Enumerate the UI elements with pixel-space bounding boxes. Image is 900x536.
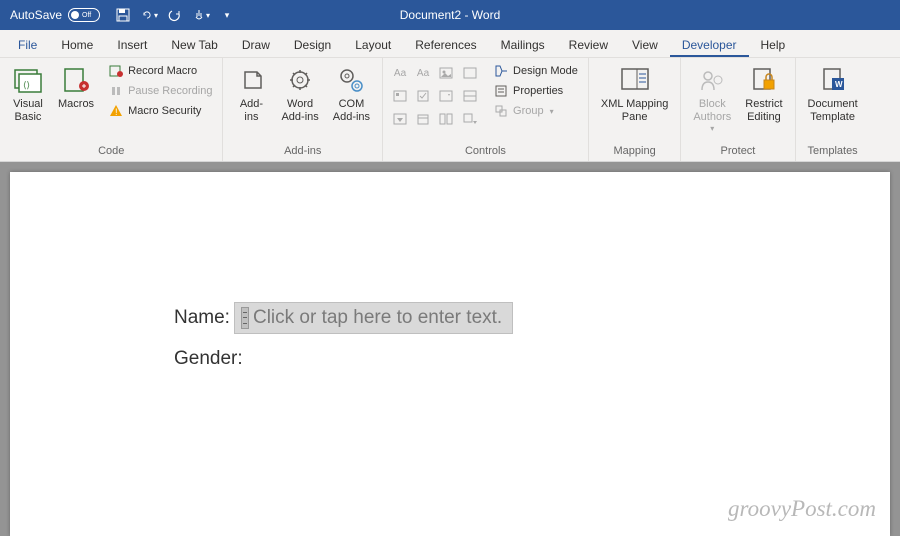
save-icon[interactable] <box>114 6 132 24</box>
name-row: Name: Click or tap here to enter text. <box>174 302 890 334</box>
xml-mapping-button[interactable]: XML Mapping Pane <box>595 62 674 126</box>
toggle-switch[interactable]: Off <box>68 8 100 22</box>
visual-basic-button[interactable]: ⟨⟩ Visual Basic <box>6 62 50 126</box>
gender-row: Gender: <box>174 348 890 370</box>
legacy-activex-icon[interactable] <box>459 85 481 107</box>
tab-home[interactable]: Home <box>49 32 105 57</box>
tab-newtab[interactable]: New Tab <box>159 32 229 57</box>
dropdown-control-icon[interactable] <box>389 108 411 130</box>
svg-text:!: ! <box>115 107 118 117</box>
customize-qat-icon[interactable]: ▾ <box>218 6 236 24</box>
building-block-control-icon[interactable] <box>389 85 411 107</box>
visual-basic-icon: ⟨⟩ <box>12 64 44 96</box>
group-code: ⟨⟩ Visual Basic Macros Record Macro Paus… <box>0 58 223 161</box>
document-title: Document2 - Word <box>400 8 500 22</box>
tab-insert[interactable]: Insert <box>105 32 159 57</box>
gear-icon <box>284 64 316 96</box>
macros-icon <box>60 64 92 96</box>
checkbox-control-icon[interactable] <box>412 85 434 107</box>
warning-icon: ! <box>108 103 124 119</box>
toggle-knob <box>71 11 79 19</box>
document-template-button[interactable]: W Document Template <box>802 62 864 126</box>
tab-developer[interactable]: Developer <box>670 32 749 57</box>
legacy-form-icon[interactable] <box>459 62 481 84</box>
ribbon-tabs: File Home Insert New Tab Draw Design Lay… <box>0 30 900 58</box>
group-templates: W Document Template Templates <box>796 58 870 161</box>
legacy-controls <box>459 62 481 130</box>
block-authors-icon <box>696 64 728 96</box>
picture-control-icon[interactable] <box>435 62 457 84</box>
title-bar: AutoSave Off ▾ ▾ ▾ Document2 - Word <box>0 0 900 30</box>
quick-access-toolbar: ▾ ▾ ▾ <box>114 6 236 24</box>
macro-security-button[interactable]: !Macro Security <box>104 102 216 120</box>
legacy-tools-dropdown-icon[interactable] <box>459 108 481 130</box>
addins-button[interactable]: Add- ins <box>229 62 273 126</box>
rich-text-control-icon[interactable]: Aa <box>389 62 411 84</box>
restrict-editing-button[interactable]: Restrict Editing <box>739 62 788 126</box>
document-page[interactable]: Name: Click or tap here to enter text. G… <box>10 172 890 536</box>
record-macro-button[interactable]: Record Macro <box>104 62 216 80</box>
undo-icon[interactable]: ▾ <box>140 6 158 24</box>
xml-pane-icon <box>619 64 651 96</box>
properties-icon <box>493 83 509 99</box>
com-addins-icon <box>335 64 367 96</box>
tab-mailings[interactable]: Mailings <box>489 32 557 57</box>
tab-help[interactable]: Help <box>749 32 798 57</box>
record-icon <box>108 63 124 79</box>
tab-file[interactable]: File <box>6 32 49 57</box>
combobox-control-icon[interactable] <box>435 85 457 107</box>
touch-mode-icon[interactable]: ▾ <box>192 6 210 24</box>
repeating-section-control-icon[interactable] <box>435 108 457 130</box>
autosave-label: AutoSave <box>10 8 62 22</box>
tab-draw[interactable]: Draw <box>230 32 282 57</box>
content-control-handle[interactable] <box>241 307 249 329</box>
redo-icon[interactable] <box>166 6 184 24</box>
document-template-icon: W <box>817 64 849 96</box>
com-addins-button[interactable]: COM Add-ins <box>327 62 376 126</box>
watermark: groovyPost.com <box>728 496 876 522</box>
tab-review[interactable]: Review <box>557 32 620 57</box>
name-label: Name: <box>174 307 230 329</box>
properties-button[interactable]: Properties <box>489 82 582 100</box>
tab-view[interactable]: View <box>620 32 670 57</box>
block-authors-button: Block Authors▾ <box>687 62 737 136</box>
group-controls: Aa Aa Design Mode Properties Group▾ <box>383 58 589 161</box>
design-mode-button[interactable]: Design Mode <box>489 62 582 80</box>
tab-layout[interactable]: Layout <box>343 32 403 57</box>
name-placeholder: Click or tap here to enter text. <box>253 307 502 329</box>
document-workspace: Name: Click or tap here to enter text. G… <box>0 162 900 536</box>
controls-gallery: Aa Aa <box>389 62 457 130</box>
svg-text:W: W <box>835 80 843 89</box>
name-content-control[interactable]: Click or tap here to enter text. <box>234 302 513 334</box>
group-icon <box>493 103 509 119</box>
pause-icon <box>108 83 124 99</box>
macros-button[interactable]: Macros <box>52 62 100 113</box>
tab-references[interactable]: References <box>403 32 488 57</box>
ribbon: ⟨⟩ Visual Basic Macros Record Macro Paus… <box>0 58 900 162</box>
plain-text-control-icon[interactable]: Aa <box>412 62 434 84</box>
svg-text:⟨⟩: ⟨⟩ <box>23 80 30 90</box>
group-protect: Block Authors▾ Restrict Editing Protect <box>681 58 795 161</box>
autosave-toggle[interactable]: AutoSave Off <box>0 8 110 22</box>
word-addins-button[interactable]: Word Add-ins <box>275 62 324 126</box>
addins-icon <box>235 64 267 96</box>
design-mode-icon <box>493 63 509 79</box>
gender-label: Gender: <box>174 348 243 370</box>
group-mapping: XML Mapping Pane Mapping <box>589 58 681 161</box>
tab-design[interactable]: Design <box>282 32 343 57</box>
group-button[interactable]: Group▾ <box>489 102 582 120</box>
date-picker-control-icon[interactable] <box>412 108 434 130</box>
restrict-editing-icon <box>748 64 780 96</box>
pause-recording-button: Pause Recording <box>104 82 216 100</box>
group-addins: Add- ins Word Add-ins COM Add-ins Add-in… <box>223 58 383 161</box>
